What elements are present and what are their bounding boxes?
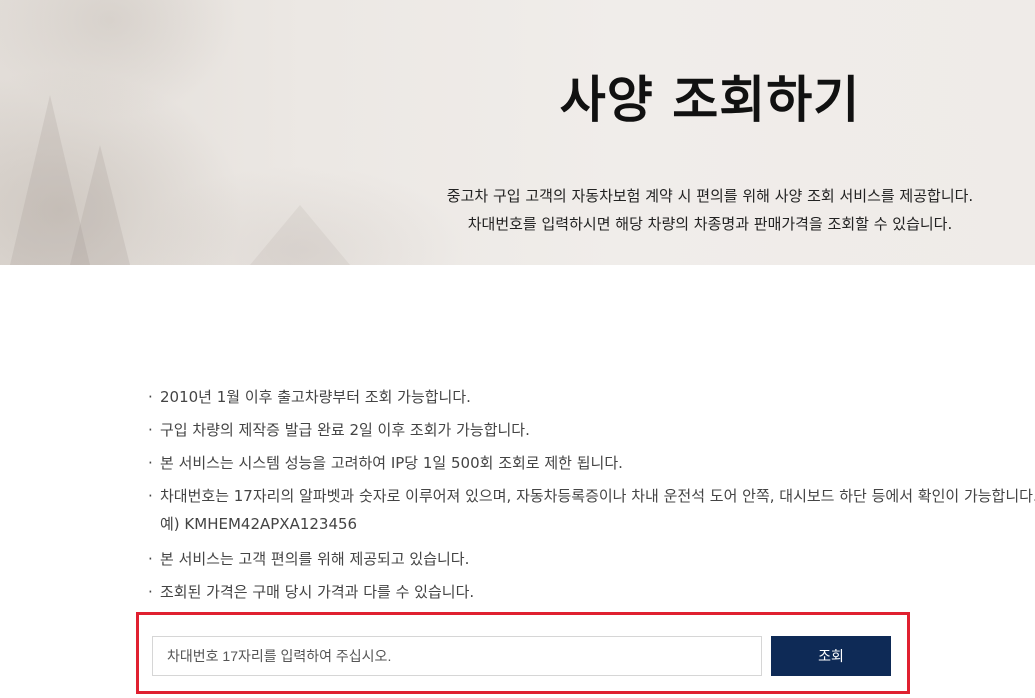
vin-search-form: 조회 xyxy=(136,612,910,694)
bullet-dot-icon: · xyxy=(148,388,153,406)
notice-text: 본 서비스는 고객 편의를 위해 제공되고 있습니다. xyxy=(160,550,470,568)
tree-silhouette-decoration xyxy=(70,145,130,265)
hero-description-line: 차대번호를 입력하시면 해당 차량의 차종명과 판매가격을 조회할 수 있습니다… xyxy=(467,215,953,233)
notice-text: 조회된 가격은 구매 당시 가격과 다를 수 있습니다. xyxy=(160,583,475,601)
search-button[interactable]: 조회 xyxy=(771,636,891,676)
notice-text: 구입 차량의 제작증 발급 완료 2일 이후 조회가 가능합니다. xyxy=(160,421,530,439)
notice-item: · 조회된 가격은 구매 당시 가격과 다를 수 있습니다. xyxy=(148,579,1028,605)
bullet-dot-icon: · xyxy=(148,487,153,505)
notice-text: 차대번호는 17자리의 알파벳과 숫자로 이루어져 있으며, 자동차등록증이나 … xyxy=(160,487,1035,505)
notice-item: · 2010년 1월 이후 출고차량부터 조회 가능합니다. xyxy=(148,384,1028,410)
notice-item: · 차대번호는 17자리의 알파벳과 숫자로 이루어져 있으며, 자동차등록증이… xyxy=(148,483,1035,539)
bullet-dot-icon: · xyxy=(148,454,153,472)
hero-description: 중고차 구입 고객의 자동차보험 계약 시 편의를 위해 사양 조회 서비스를 … xyxy=(420,182,1000,238)
vin-example: 예) KMHEM42APXA123456 xyxy=(160,515,358,533)
tree-silhouette-decoration xyxy=(250,205,350,265)
bullet-dot-icon: · xyxy=(148,550,153,568)
notice-list: · 2010년 1월 이후 출고차량부터 조회 가능합니다. · 구입 차량의 … xyxy=(148,384,1035,612)
bullet-dot-icon: · xyxy=(148,421,153,439)
notice-item: · 구입 차량의 제작증 발급 완료 2일 이후 조회가 가능합니다. xyxy=(148,417,1028,443)
spec-lookup-page: 사양 조회하기 중고차 구입 고객의 자동차보험 계약 시 편의를 위해 사양 … xyxy=(0,0,1035,698)
hero-banner: 사양 조회하기 중고차 구입 고객의 자동차보험 계약 시 편의를 위해 사양 … xyxy=(0,0,1035,265)
notice-text: 2010년 1월 이후 출고차량부터 조회 가능합니다. xyxy=(160,388,471,406)
hero-description-line: 중고차 구입 고객의 자동차보험 계약 시 편의를 위해 사양 조회 서비스를 … xyxy=(446,187,974,205)
notice-item: · 본 서비스는 고객 편의를 위해 제공되고 있습니다. xyxy=(148,546,1028,572)
bullet-dot-icon: · xyxy=(148,583,153,601)
notice-item: · 본 서비스는 시스템 성능을 고려하여 IP당 1일 500회 조회로 제한… xyxy=(148,450,1028,476)
vin-search-input[interactable] xyxy=(152,636,762,676)
notice-text: 본 서비스는 시스템 성능을 고려하여 IP당 1일 500회 조회로 제한 됩… xyxy=(160,454,623,472)
page-title: 사양 조회하기 xyxy=(559,71,861,129)
